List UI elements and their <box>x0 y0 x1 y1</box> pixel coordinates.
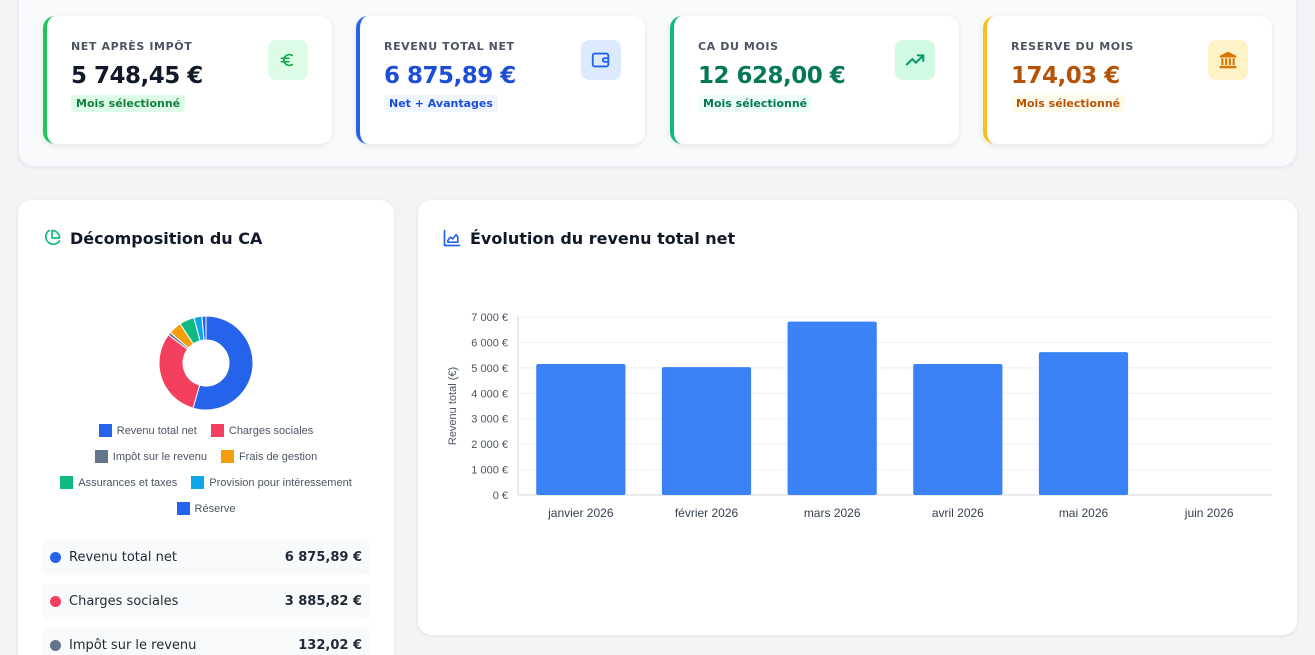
breakdown-label: Charges sociales <box>69 594 179 609</box>
legend-item[interactable]: Charges sociales <box>210 424 314 437</box>
bar-chart: 0 € 1 000 € 2 000 € 3 000 € 4 000 € 5 000 € 6 … <box>447 312 1272 520</box>
bar[interactable] <box>536 364 626 495</box>
bar[interactable] <box>913 364 1003 495</box>
legend-row-2: Impôt sur le revenu Frais de gestion <box>18 450 394 463</box>
legend-label: Réserve <box>194 502 236 515</box>
x-tick-label: juin 2026 <box>1184 506 1234 520</box>
legend-item[interactable]: Assurances et taxes <box>60 476 177 489</box>
kpi-card-net-apres-impot: NET APRÈS IMPÔT 5 748,45 € Mois sélectio… <box>43 16 332 144</box>
breakdown-panel: Décomposition du CA Revenu total net Cha… <box>18 200 394 655</box>
legend-item[interactable]: Frais de gestion <box>220 450 318 463</box>
wallet-icon <box>581 40 621 80</box>
bar[interactable] <box>661 367 752 495</box>
legend-swatch <box>191 476 205 489</box>
breakdown-label: Impôt sur le revenu <box>69 638 197 653</box>
kpi-badge: Mois sélectionné <box>71 95 186 112</box>
legend-label: Impôt sur le revenu <box>112 450 207 463</box>
breakdown-row-impot-sur-le-revenu: Impôt sur le revenu 132,02 € <box>42 628 370 655</box>
color-dot <box>50 552 61 563</box>
breakdown-value: 132,02 € <box>298 638 362 653</box>
kpi-badge: Mois sélectionné <box>1011 95 1126 112</box>
legend-swatch <box>220 450 234 463</box>
legend-swatch <box>60 476 74 489</box>
y-tick-label: 2 000 € <box>471 439 508 451</box>
legend-item[interactable]: Réserve <box>176 502 236 515</box>
legend-label: Provision pour intéressement <box>209 476 352 489</box>
breakdown-title-text: Décomposition du CA <box>70 228 263 248</box>
y-tick-label: 1 000 € <box>471 465 508 477</box>
legend-swatch <box>94 450 108 463</box>
kpi-card-reserve-du-mois: RESERVE DU MOIS 174,03 € Mois sélectionn… <box>983 16 1272 144</box>
y-tick-label: 6 000 € <box>471 337 508 349</box>
color-dot <box>50 596 61 607</box>
bar[interactable] <box>787 321 877 495</box>
legend-item[interactable]: Revenu total net <box>98 424 197 437</box>
legend-item[interactable]: Impôt sur le revenu <box>94 450 207 463</box>
breakdown-label: Revenu total net <box>69 550 177 565</box>
kpi-badge: Net + Avantages <box>384 95 498 112</box>
euro-icon <box>268 40 308 80</box>
x-tick-label: février 2026 <box>675 506 739 520</box>
legend-label: Charges sociales <box>228 424 314 437</box>
bar[interactable] <box>1038 352 1129 495</box>
evolution-panel: Évolution du revenu total net 0 €1 000 €… <box>418 200 1297 635</box>
legend-swatch <box>210 424 224 437</box>
y-tick-label: 5 000 € <box>471 363 508 375</box>
y-tick-label: 3 000 € <box>471 414 508 426</box>
legend-swatch <box>98 424 112 437</box>
legend-row-3: Assurances et taxes Provision pour intér… <box>18 476 394 489</box>
kpi-panel: NET APRÈS IMPÔT 5 748,45 € Mois sélectio… <box>18 0 1297 167</box>
legend-row-4: Réserve <box>18 502 394 515</box>
color-dot <box>50 640 61 651</box>
bank-icon <box>1208 40 1248 80</box>
x-tick-label: janvier 2026 <box>547 506 614 520</box>
breakdown-row-revenu-total-net: Revenu total net 6 875,89 € <box>42 540 370 575</box>
x-tick-label: mars 2026 <box>804 506 861 520</box>
y-tick-label: 7 000 € <box>471 312 508 324</box>
x-tick-label: mai 2026 <box>1059 506 1109 520</box>
kpi-card-ca-du-mois: CA DU MOIS 12 628,00 € Mois sélectionné <box>670 16 959 144</box>
donut-slice[interactable] <box>158 334 201 409</box>
kpi-badge: Mois sélectionné <box>698 95 813 112</box>
legend-label: Revenu total net <box>116 424 197 437</box>
kpi-card-revenu-total-net: REVENU TOTAL NET 6 875,89 € Net + Avanta… <box>356 16 645 144</box>
trending-up-icon <box>895 40 935 80</box>
breakdown-value: 6 875,89 € <box>284 550 362 565</box>
x-tick-label: avril 2026 <box>932 506 984 520</box>
pie-chart-icon <box>42 228 62 248</box>
legend-label: Frais de gestion <box>238 450 318 463</box>
legend-row-1: Revenu total net Charges sociales <box>18 424 394 437</box>
y-tick-label: 0 € <box>493 490 508 502</box>
y-axis-label: Revenu total (€) <box>447 367 459 445</box>
legend-item[interactable]: Provision pour intéressement <box>191 476 352 489</box>
breakdown-value: 3 885,82 € <box>284 594 362 609</box>
breakdown-row-charges-sociales: Charges sociales 3 885,82 € <box>42 584 370 619</box>
breakdown-title: Décomposition du CA <box>42 228 262 248</box>
legend-swatch <box>176 502 190 515</box>
legend-label: Assurances et taxes <box>78 476 178 489</box>
y-tick-label: 4 000 € <box>471 388 508 400</box>
